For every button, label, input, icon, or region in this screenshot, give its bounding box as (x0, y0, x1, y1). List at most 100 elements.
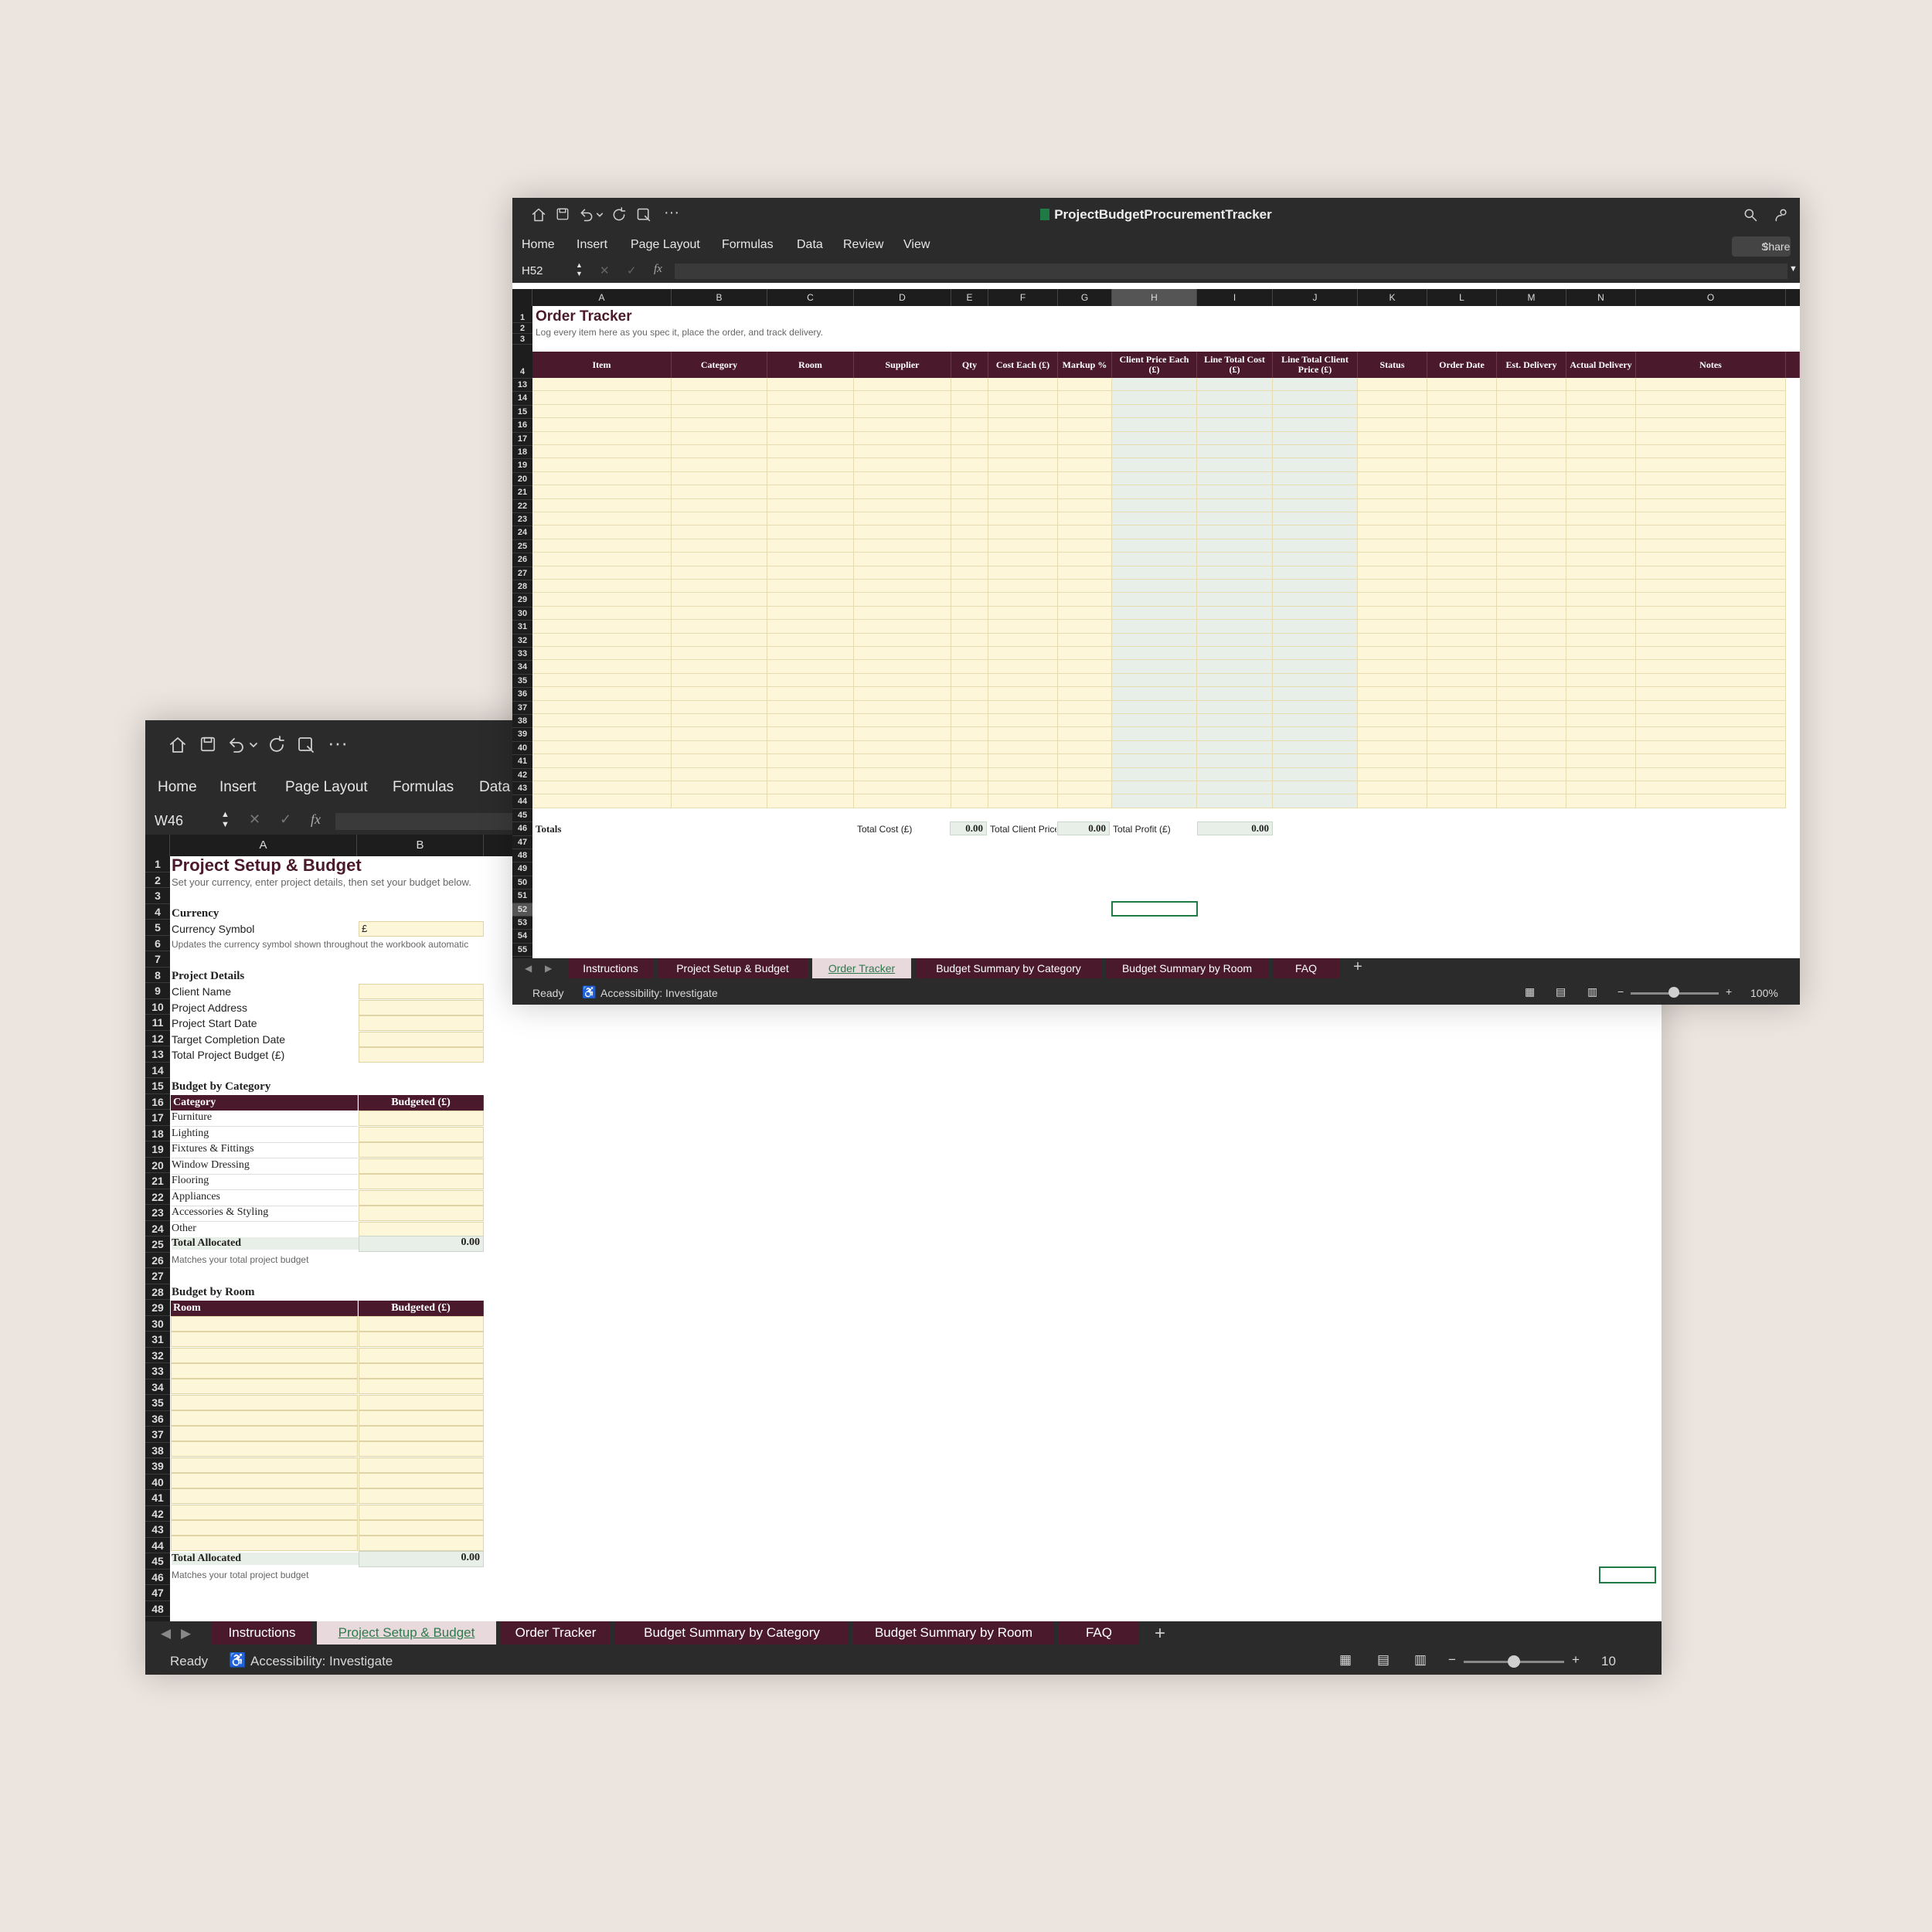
table-cell[interactable] (1497, 471, 1566, 486)
table-cell[interactable] (1058, 526, 1112, 539)
row-header[interactable]: 37 (145, 1427, 170, 1443)
selected-cell[interactable] (1111, 901, 1198, 917)
table-cell[interactable] (767, 740, 854, 755)
table-cell[interactable] (767, 620, 854, 634)
row-header[interactable]: 23 (145, 1205, 170, 1221)
fx-icon[interactable]: fx (311, 811, 321, 828)
table-cell[interactable] (532, 566, 672, 580)
table-cell[interactable] (1427, 566, 1497, 580)
table-cell[interactable] (951, 647, 988, 661)
table-cell[interactable] (854, 418, 951, 432)
column-header[interactable]: L (1427, 289, 1497, 306)
table-cell[interactable] (767, 526, 854, 539)
room-name-input[interactable] (171, 1410, 358, 1426)
room-budget-input[interactable] (359, 1362, 484, 1379)
table-cell[interactable] (1427, 458, 1497, 472)
table-cell[interactable] (1273, 391, 1358, 405)
table-cell[interactable] (1112, 660, 1197, 674)
table-cell[interactable] (532, 647, 672, 661)
table-cell[interactable] (767, 485, 854, 499)
table-cell[interactable] (767, 633, 854, 647)
table-cell[interactable] (1058, 458, 1112, 472)
table-cell[interactable] (1427, 431, 1497, 445)
table-cell[interactable] (532, 714, 672, 728)
table-cell[interactable] (1566, 606, 1636, 621)
name-box[interactable]: H52 (522, 264, 543, 277)
room-budget-input[interactable] (359, 1410, 484, 1426)
table-cell[interactable] (672, 485, 767, 499)
table-cell[interactable] (672, 727, 767, 741)
table-cell[interactable] (532, 620, 672, 634)
column-header[interactable]: A (532, 289, 672, 306)
room-name-input[interactable] (171, 1362, 358, 1379)
row-header[interactable]: 48 (512, 849, 532, 863)
table-cell[interactable] (767, 445, 854, 459)
table-cell[interactable] (767, 647, 854, 661)
table-cell[interactable] (1197, 714, 1273, 728)
page-break-view-icon[interactable]: ▥ (1414, 1652, 1427, 1668)
table-cell[interactable] (1427, 673, 1497, 688)
row-header[interactable]: 39 (145, 1458, 170, 1475)
table-cell[interactable] (1197, 418, 1273, 432)
table-cell[interactable] (1112, 539, 1197, 553)
table-cell[interactable] (1497, 526, 1566, 539)
row-header[interactable]: 29 (145, 1300, 170, 1316)
table-cell[interactable] (1058, 431, 1112, 445)
tab-scroll-right[interactable]: ▶ (181, 1626, 191, 1641)
row-header[interactable]: 36 (512, 688, 532, 702)
table-cell[interactable] (1636, 512, 1786, 526)
menu-home[interactable]: Home (158, 779, 197, 796)
table-cell[interactable] (1058, 660, 1112, 674)
table-cell[interactable] (854, 740, 951, 755)
table-cell[interactable] (1112, 391, 1197, 405)
row-header[interactable]: 28 (145, 1284, 170, 1300)
table-cell[interactable] (1566, 498, 1636, 512)
row-header[interactable]: 47 (512, 836, 532, 849)
table-cell[interactable] (1358, 378, 1427, 392)
row-header[interactable]: 46 (512, 822, 532, 836)
row-header[interactable]: 6 (145, 936, 170, 951)
row-header[interactable]: 39 (512, 728, 532, 742)
table-cell[interactable] (1197, 471, 1273, 486)
table-cell[interactable] (1273, 378, 1358, 392)
tab-scroll-left[interactable]: ◀ (525, 963, 532, 974)
table-cell[interactable] (1497, 660, 1566, 674)
table-cell[interactable] (767, 700, 854, 714)
table-cell[interactable] (1427, 727, 1497, 741)
table-cell[interactable] (988, 593, 1058, 607)
table-cell[interactable] (854, 794, 951, 808)
table-cell[interactable] (767, 606, 854, 621)
table-cell[interactable] (767, 767, 854, 781)
table-cell[interactable] (1358, 754, 1427, 768)
fx-icon[interactable]: fx (654, 263, 662, 276)
row-header[interactable]: 19 (145, 1141, 170, 1158)
room-name-input[interactable] (171, 1536, 358, 1552)
table-cell[interactable] (1636, 620, 1786, 634)
table-cell[interactable] (1497, 781, 1566, 795)
normal-view-icon[interactable]: ▦ (1339, 1652, 1352, 1668)
table-cell[interactable] (1197, 700, 1273, 714)
table-cell[interactable] (1058, 673, 1112, 688)
table-cell[interactable] (1427, 553, 1497, 566)
menu-review[interactable]: Review (843, 238, 883, 252)
table-cell[interactable] (1273, 673, 1358, 688)
table-cell[interactable] (767, 404, 854, 419)
table-cell[interactable] (1566, 580, 1636, 594)
row-header[interactable]: 30 (512, 607, 532, 621)
row-header[interactable]: 24 (512, 526, 532, 540)
add-sheet-icon[interactable]: + (1141, 1623, 1179, 1645)
home-icon[interactable] (168, 736, 187, 754)
row-header[interactable]: 40 (145, 1475, 170, 1490)
row-header[interactable]: 3 (512, 334, 532, 345)
table-cell[interactable] (1497, 593, 1566, 607)
table-cell[interactable] (1112, 458, 1197, 472)
table-cell[interactable] (1566, 794, 1636, 808)
table-cell[interactable] (1427, 512, 1497, 526)
table-cell[interactable] (988, 378, 1058, 392)
table-cell[interactable] (767, 673, 854, 688)
formula-input[interactable] (675, 264, 1787, 279)
table-cell[interactable] (1358, 740, 1427, 755)
row-header[interactable]: 1 (145, 856, 170, 872)
table-cell[interactable] (1497, 727, 1566, 741)
column-header[interactable]: K (1358, 289, 1427, 306)
